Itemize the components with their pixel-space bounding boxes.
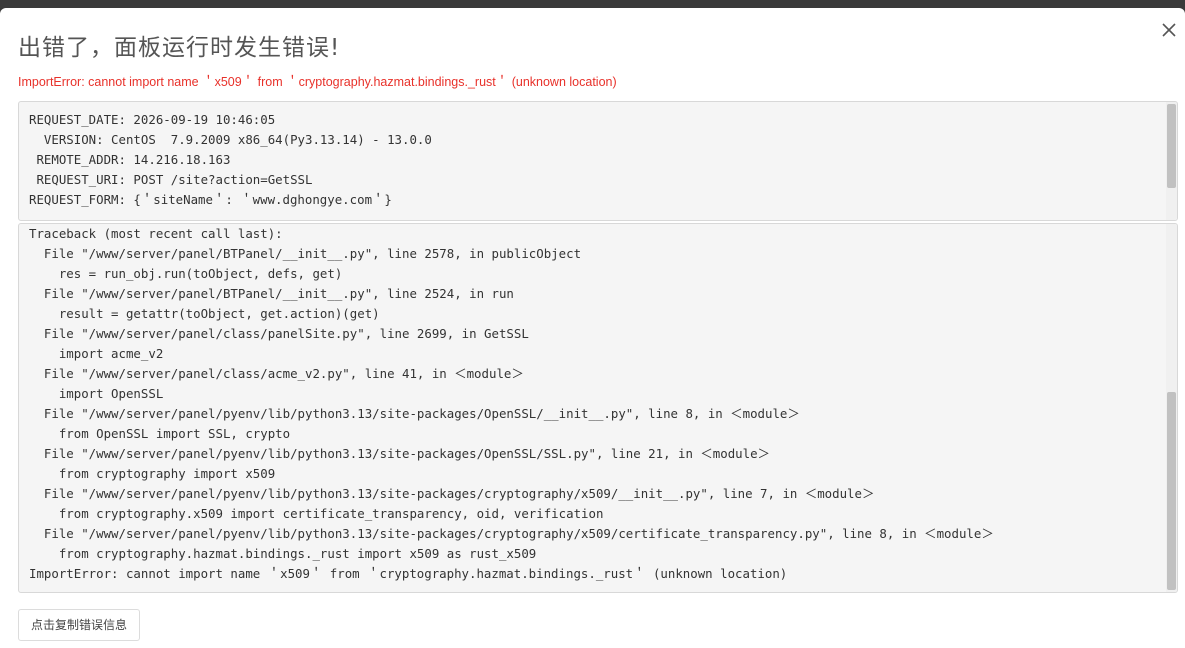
request-info-line: REMOTE_ADDR: 14.216.18.163	[29, 152, 231, 167]
traceback-line: import OpenSSL	[29, 386, 164, 401]
request-info-line: REQUEST_DATE: 2026-09-19 10:46:05	[29, 112, 276, 127]
traceback-line: from cryptography.x509 import certificat…	[29, 506, 604, 521]
traceback-scrollbar-thumb[interactable]	[1167, 392, 1176, 590]
request-info-scrollbar[interactable]	[1166, 102, 1177, 220]
traceback-line: Traceback (most recent call last):	[29, 226, 283, 241]
traceback-line: from OpenSSL import SSL, crypto	[29, 426, 291, 441]
traceback-line: import acme_v2	[29, 346, 164, 361]
error-dialog: 出错了，面板运行时发生错误! ImportError: cannot impor…	[0, 8, 1185, 648]
traceback-scrollbar[interactable]	[1166, 224, 1177, 592]
request-info-line: REQUEST_FORM: {＇siteName＇: ＇www.dghongye…	[29, 192, 392, 207]
error-message: ImportError: cannot import name ＇x509＇ f…	[18, 75, 617, 89]
request-info-box[interactable]: REQUEST_DATE: 2026-09-19 10:46:05 VERSIO…	[18, 101, 1178, 221]
traceback-line: File "/www/server/panel/BTPanel/__init__…	[29, 246, 582, 261]
traceback-box[interactable]: Traceback (most recent call last): File …	[18, 223, 1178, 593]
request-info-line: VERSION: CentOS 7.9.2009 x86_64(Py3.13.1…	[29, 132, 432, 147]
traceback-line: result = getattr(toObject, get.action)(g…	[29, 306, 380, 321]
traceback-line: File "/www/server/panel/class/panelSite.…	[29, 326, 529, 341]
request-info-scrollbar-thumb[interactable]	[1167, 104, 1176, 188]
traceback-line: File "/www/server/panel/pyenv/lib/python…	[29, 486, 875, 501]
copy-error-button[interactable]: 点击复制错误信息	[18, 609, 141, 641]
request-info-text: REQUEST_DATE: 2026-09-19 10:46:05 VERSIO…	[19, 102, 1177, 210]
close-icon[interactable]	[1157, 18, 1181, 42]
traceback-line: File "/www/server/panel/pyenv/lib/python…	[29, 446, 770, 461]
traceback-line: File "/www/server/panel/class/acme_v2.py…	[29, 366, 524, 381]
traceback-line: File "/www/server/panel/BTPanel/__init__…	[29, 286, 514, 301]
traceback-line: from cryptography.hazmat.bindings._rust …	[29, 546, 537, 561]
dialog-title: 出错了，面板运行时发生错误!	[18, 35, 341, 61]
traceback-line: res = run_obj.run(toObject, defs, get)	[29, 266, 343, 281]
traceback-line: from cryptography import x509	[29, 466, 276, 481]
traceback-line: File "/www/server/panel/pyenv/lib/python…	[29, 526, 994, 541]
traceback-line: ImportError: cannot import name ＇x509＇ f…	[29, 566, 788, 581]
traceback-line: File "/www/server/panel/pyenv/lib/python…	[29, 406, 800, 421]
request-info-line: REQUEST_URI: POST /site?action=GetSSL	[29, 172, 313, 187]
traceback-text: Traceback (most recent call last): File …	[19, 224, 1177, 584]
